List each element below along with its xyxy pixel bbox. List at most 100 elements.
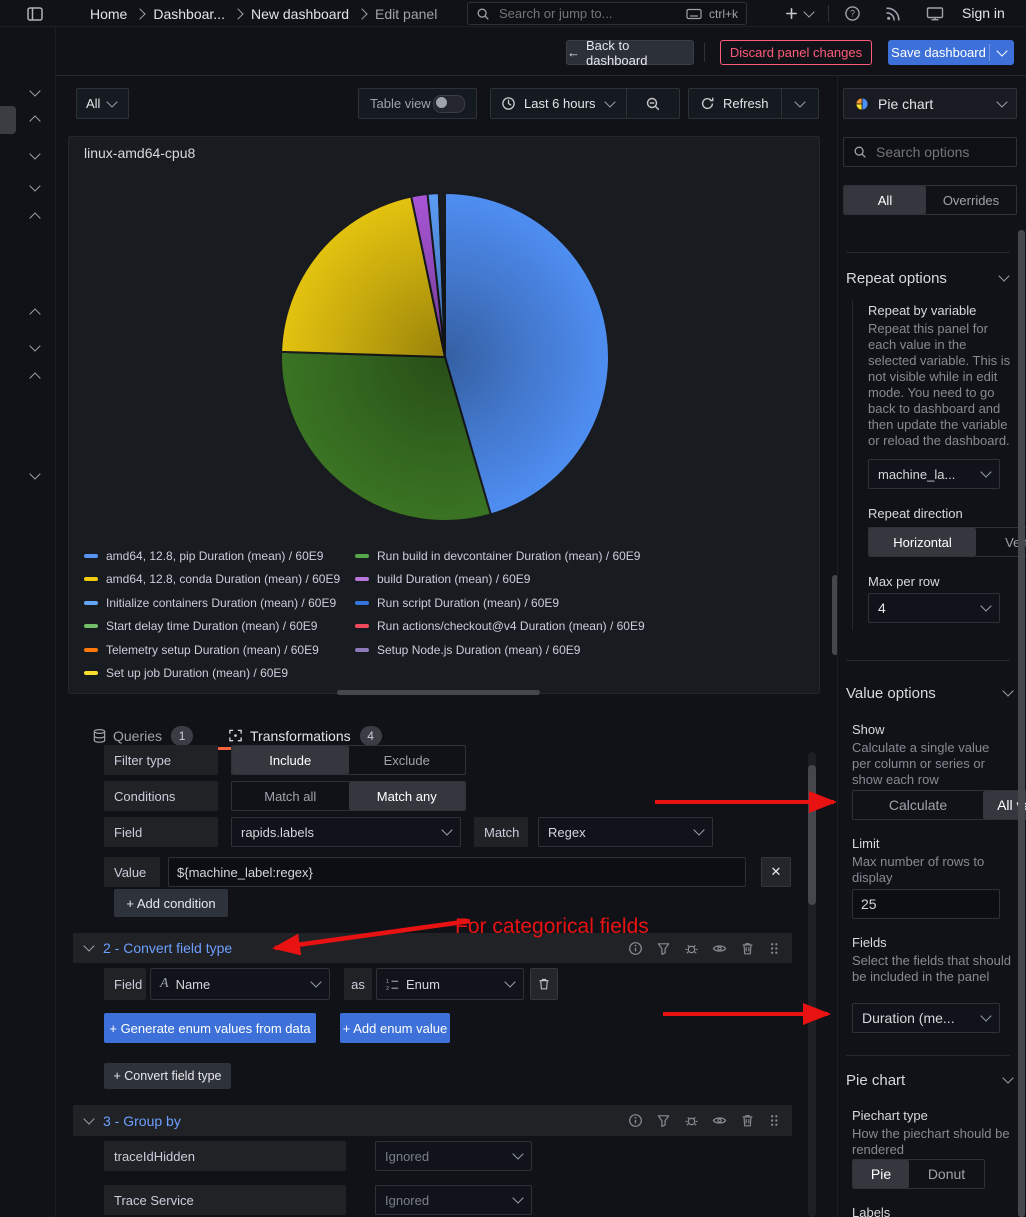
max-per-row-select[interactable]: 4 [868, 593, 1000, 623]
debug-icon[interactable] [684, 1113, 699, 1128]
convert-field-label: Field [104, 968, 146, 1000]
add-new-button[interactable] [784, 3, 813, 24]
field-select[interactable]: rapids.labels [231, 817, 461, 847]
show-calculate-option[interactable]: Calculate [853, 791, 983, 819]
tab-transformations[interactable]: Transformations 4 [250, 725, 382, 747]
transformation-2-header[interactable]: 2 - Convert field type [73, 933, 792, 963]
refresh-interval-chevron[interactable] [782, 102, 818, 106]
options-tab-all[interactable]: All [844, 186, 926, 214]
info-icon[interactable] [628, 1113, 643, 1128]
repeat-by-variable-description: Repeat this panel for each value in the … [868, 321, 1014, 449]
match-all-option[interactable]: Match all [232, 782, 349, 810]
legend-item[interactable]: Telemetry setup Duration (mean) / 60E9 [84, 643, 355, 657]
tab-queries[interactable]: Queries 1 [113, 725, 193, 747]
pie-chart-options-header[interactable]: Pie chart [846, 1068, 1012, 1092]
repeat-horizontal-option[interactable]: Horizontal [869, 528, 976, 556]
filter-include-option[interactable]: Include [232, 746, 349, 774]
variable-all-dropdown[interactable]: All [76, 88, 129, 119]
convert-row-delete-button[interactable] [530, 968, 558, 1000]
refresh-button[interactable]: Refresh [688, 88, 819, 119]
piechart-pie-option[interactable]: Pie [853, 1160, 909, 1188]
trash-icon[interactable] [740, 1113, 755, 1128]
chevron-down-icon [310, 976, 321, 987]
transformations-scrollbar-thumb[interactable] [808, 765, 816, 905]
convert-field-select[interactable]: A Name [150, 968, 330, 1000]
legend-item[interactable]: Run script Duration (mean) / 60E9 [355, 596, 645, 610]
clear-value-button[interactable]: ✕ [761, 857, 791, 887]
section-divider [846, 252, 1010, 253]
panel-title[interactable]: linux-amd64-cpu8 [84, 145, 195, 161]
legend-item[interactable]: build Duration (mean) / 60E9 [355, 572, 645, 586]
show-description: Calculate a single value per column or s… [852, 740, 1008, 788]
options-scrollbar-thumb[interactable] [1018, 230, 1025, 1217]
options-tab-overrides[interactable]: Overrides [926, 186, 1016, 214]
panel-horizontal-scrollbar[interactable] [337, 690, 540, 695]
search-icon [476, 7, 490, 21]
group-by-field-select[interactable]: Ignored [375, 1141, 532, 1171]
zoom-out-time-button[interactable] [627, 96, 679, 112]
chevron-down-icon [441, 824, 452, 835]
legend-item[interactable]: Run actions/checkout@v4 Duration (mean) … [355, 619, 645, 633]
eye-icon[interactable] [712, 1113, 727, 1128]
breadcrumb: Home Dashboar... New dashboard Edit pane… [90, 0, 437, 27]
value-input[interactable] [168, 857, 746, 887]
legend-item[interactable]: amd64, 12.8, pip Duration (mean) / 60E9 [84, 549, 355, 563]
collapse-chevron-icon[interactable] [83, 1113, 94, 1124]
help-icon[interactable]: ? [844, 5, 861, 22]
breadcrumb-home[interactable]: Home [90, 6, 127, 22]
eye-icon[interactable] [712, 941, 727, 956]
collapse-chevron-icon[interactable] [83, 940, 94, 951]
legend-item[interactable]: Run build in devcontainer Duration (mean… [355, 549, 645, 563]
breadcrumb-new-dashboard[interactable]: New dashboard [251, 6, 349, 22]
search-input[interactable] [497, 5, 679, 22]
breadcrumb-dashboards[interactable]: Dashboar... [153, 6, 225, 22]
trash-icon[interactable] [740, 941, 755, 956]
time-range-picker[interactable]: Last 6 hours [490, 88, 680, 119]
add-enum-value-button[interactable]: + Add enum value [340, 1013, 450, 1043]
limit-label: Limit [852, 836, 879, 851]
options-search[interactable] [843, 137, 1017, 167]
match-select[interactable]: Regex [538, 817, 713, 847]
group-by-field-select[interactable]: Ignored [375, 1185, 532, 1215]
match-any-option[interactable]: Match any [349, 782, 466, 810]
legend-item[interactable]: amd64, 12.8, conda Duration (mean) / 60E… [84, 572, 355, 586]
drag-handle-icon[interactable] [768, 1113, 780, 1128]
table-view-toggle[interactable] [433, 95, 465, 113]
limit-input[interactable] [852, 889, 1000, 919]
mega-menu-toggle-icon[interactable] [26, 5, 44, 23]
legend-item[interactable]: Start delay time Duration (mean) / 60E9 [84, 619, 355, 633]
visualization-picker[interactable]: Pie chart [843, 88, 1017, 119]
filter-icon[interactable] [656, 1113, 671, 1128]
legend-item[interactable]: Setup Node.js Duration (mean) / 60E9 [355, 643, 645, 657]
chevron-down-icon [996, 96, 1007, 107]
news-rss-icon[interactable] [885, 5, 902, 22]
search-icon [853, 145, 867, 159]
fields-select[interactable]: Duration (me... [852, 1003, 1000, 1033]
piechart-donut-option[interactable]: Donut [909, 1160, 984, 1188]
value-options-header[interactable]: Value options [846, 681, 1012, 705]
fields-description: Select the fields that should be include… [852, 953, 1012, 985]
filter-exclude-option[interactable]: Exclude [349, 746, 466, 774]
monitor-icon[interactable] [926, 5, 944, 22]
repeat-variable-select[interactable]: machine_la... [868, 459, 1000, 489]
filter-icon[interactable] [656, 941, 671, 956]
drag-handle-icon[interactable] [768, 941, 780, 956]
sign-in-link[interactable]: Sign in [962, 5, 1005, 21]
legend-label: Run script Duration (mean) / 60E9 [377, 596, 559, 610]
convert-field-type-button[interactable]: + Convert field type [104, 1063, 231, 1089]
convert-type-select[interactable]: 12 Enum [376, 968, 524, 1000]
options-search-input[interactable] [874, 143, 1007, 161]
repeat-options-header[interactable]: Repeat options [846, 266, 1008, 290]
transformation-3-header[interactable]: 3 - Group by [73, 1105, 792, 1136]
legend-item[interactable]: Initialize containers Duration (mean) / … [84, 596, 355, 610]
add-condition-button[interactable]: + Add condition [114, 889, 228, 917]
legend-item[interactable]: Set up job Duration (mean) / 60E9 [84, 666, 355, 680]
save-dashboard-button[interactable]: Save dashboard [888, 40, 1014, 65]
discard-panel-changes-button[interactable]: Discard panel changes [720, 40, 872, 65]
generate-enum-values-button[interactable]: + Generate enum values from data [104, 1013, 316, 1043]
info-icon[interactable] [628, 941, 643, 956]
save-options-chevron[interactable] [990, 51, 1014, 55]
global-search[interactable]: ctrl+k [467, 2, 747, 25]
debug-icon[interactable] [684, 941, 699, 956]
back-to-dashboard-button[interactable]: ← Back to dashboard [566, 40, 694, 65]
